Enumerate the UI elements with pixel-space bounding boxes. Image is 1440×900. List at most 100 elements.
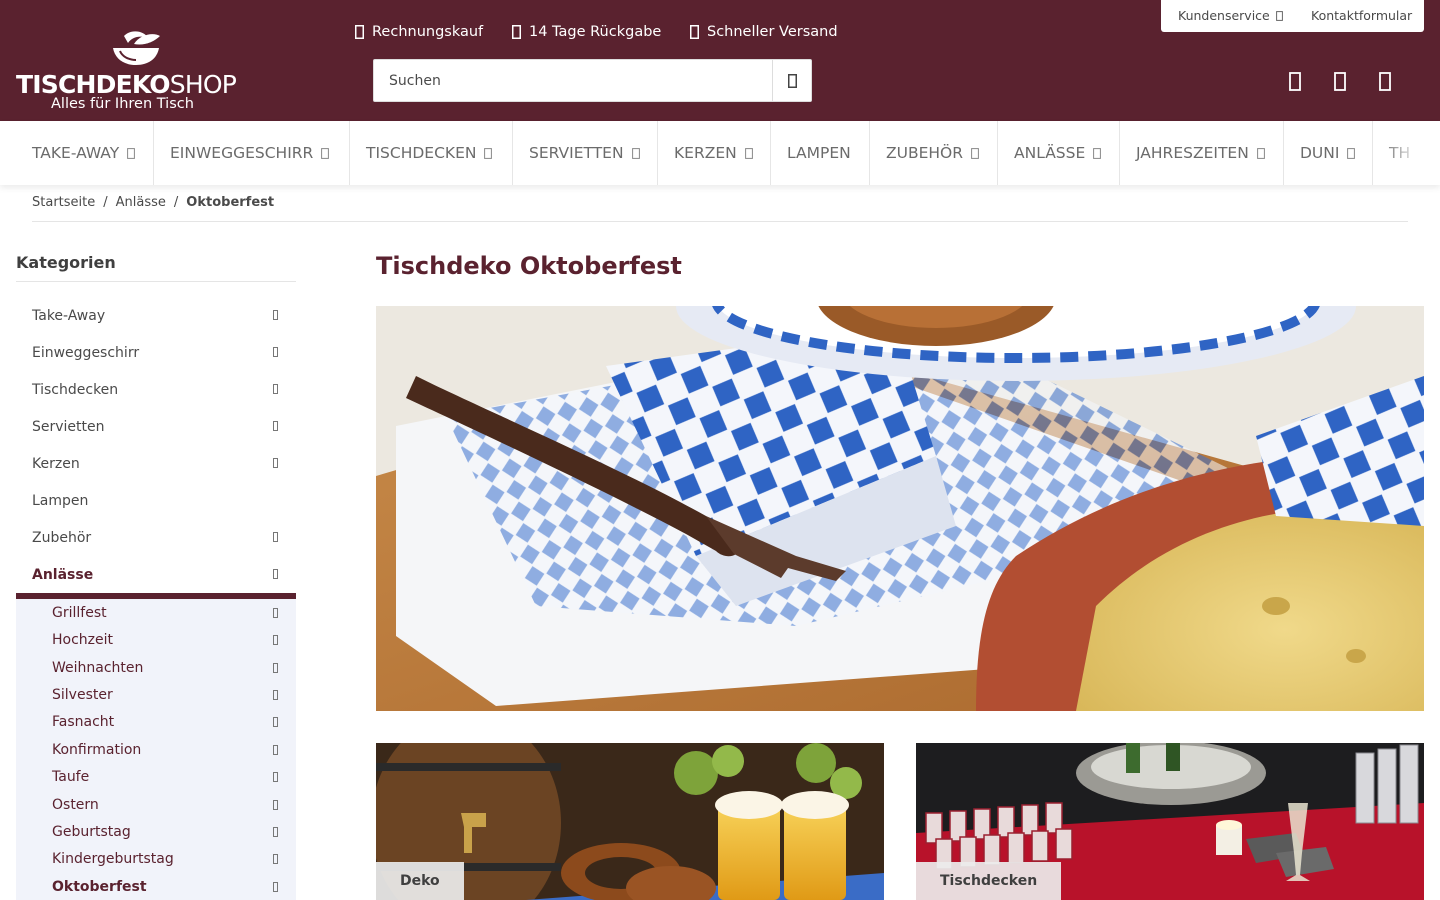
category-tile-tischdecken[interactable]: Tischdecken [916,743,1424,900]
chevron-right-icon [273,663,278,673]
contact-form-label: Kontaktformular [1311,8,1413,23]
shop-logo[interactable]: TISCHDEKOSHOP Alles für Ihren Tisch [16,30,237,112]
sidebar-subitem-taufe[interactable]: Taufe [16,763,296,790]
usp-label: Rechnungskauf [372,24,484,40]
sidebar-subitem-label: Silvester [52,686,113,703]
sidebar-item-anlaesse[interactable]: Anlässe [16,556,296,593]
nav-item-servietten[interactable]: SERVIETTEN [513,121,658,185]
service-menu: Kundenservice Kontaktformular [1161,0,1424,32]
category-tile-deko[interactable]: Deko [376,743,884,900]
nav-item-label: TAKE-AWAY [32,144,120,162]
chevron-right-icon [273,690,278,700]
sidebar-title-divider [16,281,296,282]
sidebar-item-einweggeschirr[interactable]: Einweggeschirr [16,334,296,371]
wishlist-button[interactable] [1285,70,1305,92]
chevron-down-icon [971,147,979,159]
chevron-down-icon [484,147,493,159]
nav-item-einweggeschirr[interactable]: EINWEGGESCHIRR [154,121,350,185]
category-hero-image [376,306,1424,711]
chevron-right-icon [273,800,278,810]
chevron-right-icon [273,384,278,394]
oktoberfest-table-photo [376,306,1424,711]
sidebar-item-kerzen[interactable]: Kerzen [16,445,296,482]
contact-form-link[interactable]: Kontaktformular [1311,8,1412,23]
sidebar-subitem-label: Taufe [52,768,90,785]
sidebar-item-servietten[interactable]: Servietten [16,408,296,445]
user-icon [1334,71,1346,91]
sidebar-item-tischdecken[interactable]: Tischdecken [16,371,296,408]
usp-invoice: Rechnungskauf [355,24,483,40]
chevron-right-icon [273,772,278,782]
search-button[interactable] [772,60,811,101]
chevron-down-icon [1275,10,1283,21]
truck-icon [690,25,699,39]
nav-item-kerzen[interactable]: KERZEN [658,121,771,185]
chevron-right-icon [273,608,278,618]
nav-item-duni[interactable]: DUNI [1284,121,1373,185]
usp-label: Schneller Versand [707,24,838,40]
chevron-down-icon [273,569,278,579]
sidebar-subitem-label: Konfirmation [52,741,142,758]
nav-item-label: KERZEN [674,144,737,162]
chevron-right-icon [273,882,278,892]
sidebar-item-lampen[interactable]: Lampen [16,482,296,519]
customer-service-label: Kundenservice [1178,8,1270,23]
sidebar-subitem-label: Kindergeburtstag [52,850,174,867]
invoice-icon [355,25,364,39]
nav-item-label: EINWEGGESCHIRR [170,144,314,162]
sidebar-subitem-label: Weihnachten [52,659,144,676]
sidebar-subitem-fasnacht[interactable]: Fasnacht [16,708,296,735]
nav-item-anlaesse[interactable]: ANLÄSSE [998,121,1120,185]
sidebar-subitem-oktoberfest[interactable]: Oktoberfest [16,873,296,900]
sidebar-item-label: Take-Away [32,307,106,324]
logo-wordmark: TISCHDEKOSHOP [16,70,237,99]
sidebar-subitem-geburtstag[interactable]: Geburtstag [16,818,296,845]
sidebar-subitem-ostern[interactable]: Ostern [16,791,296,818]
nav-item-zubehoer[interactable]: ZUBEHÖR [870,121,998,185]
nav-item-tischdecken[interactable]: TISCHDECKEN [350,121,513,185]
search-input[interactable] [374,60,772,101]
page-title: Tischdeko Oktoberfest [376,252,682,280]
breadcrumb-current: Oktoberfest [186,195,275,210]
chevron-right-icon [273,347,278,357]
category-tile-label: Tischdecken [916,862,1062,900]
chevron-right-icon [273,310,278,320]
breadcrumb-anlaesse[interactable]: Anlässe [116,195,166,210]
cart-button[interactable] [1375,70,1395,92]
nav-item-label: TISCHDECKEN [366,144,477,162]
sidebar-item-label: Anlässe [32,566,94,583]
nav-item-label: ZUBEHÖR [886,144,964,162]
nav-item-jahreszeiten[interactable]: JAHRESZEITEN [1120,121,1284,185]
sidebar-subitem-konfirmation[interactable]: Konfirmation [16,736,296,763]
breadcrumb-home[interactable]: Startseite [32,195,95,210]
nav-item-take-away[interactable]: TAKE-AWAY [16,121,154,185]
logo-bowl-icon [113,31,160,65]
chevron-down-icon [321,147,330,159]
sidebar-subitem-label: Ostern [52,796,99,813]
sidebar-subitem-hochzeit[interactable]: Hochzeit [16,626,296,653]
chevron-down-icon [1347,147,1356,159]
main-navigation: TAKE-AWAY EINWEGGESCHIRR TISCHDECKEN SER… [0,121,1440,185]
sidebar-item-zubehoer[interactable]: Zubehör [16,519,296,556]
sidebar-subitem-silvester[interactable]: Silvester [16,681,296,708]
nav-item-lampen[interactable]: LAMPEN [771,121,870,185]
usp-returns: 14 Tage Rückgabe [512,24,661,40]
nav-item-label: DUNI [1300,144,1340,162]
sidebar-subitem-label: Geburtstag [52,823,131,840]
sidebar-subitem-grillfest[interactable]: Grillfest [16,599,296,626]
site-header: TISCHDEKOSHOP Alles für Ihren Tisch Rech… [0,0,1440,121]
account-button[interactable] [1330,70,1350,92]
breadcrumb-divider [32,221,1408,222]
sidebar-subitem-weihnachten[interactable]: Weihnachten [16,654,296,681]
nav-item-label: LAMPEN [787,144,851,162]
sidebar-subitem-kindergeburtstag[interactable]: Kindergeburtstag [16,845,296,872]
chevron-right-icon [273,854,278,864]
chevron-right-icon [273,717,278,727]
chevron-right-icon [273,421,278,431]
sidebar-item-take-away[interactable]: Take-Away [16,297,296,334]
chevron-down-icon [1256,147,1265,159]
chevron-down-icon [1093,147,1102,159]
customer-service-dropdown[interactable]: Kundenservice [1178,8,1283,23]
chevron-right-icon [273,745,278,755]
sidebar-item-label: Tischdecken [32,381,119,398]
